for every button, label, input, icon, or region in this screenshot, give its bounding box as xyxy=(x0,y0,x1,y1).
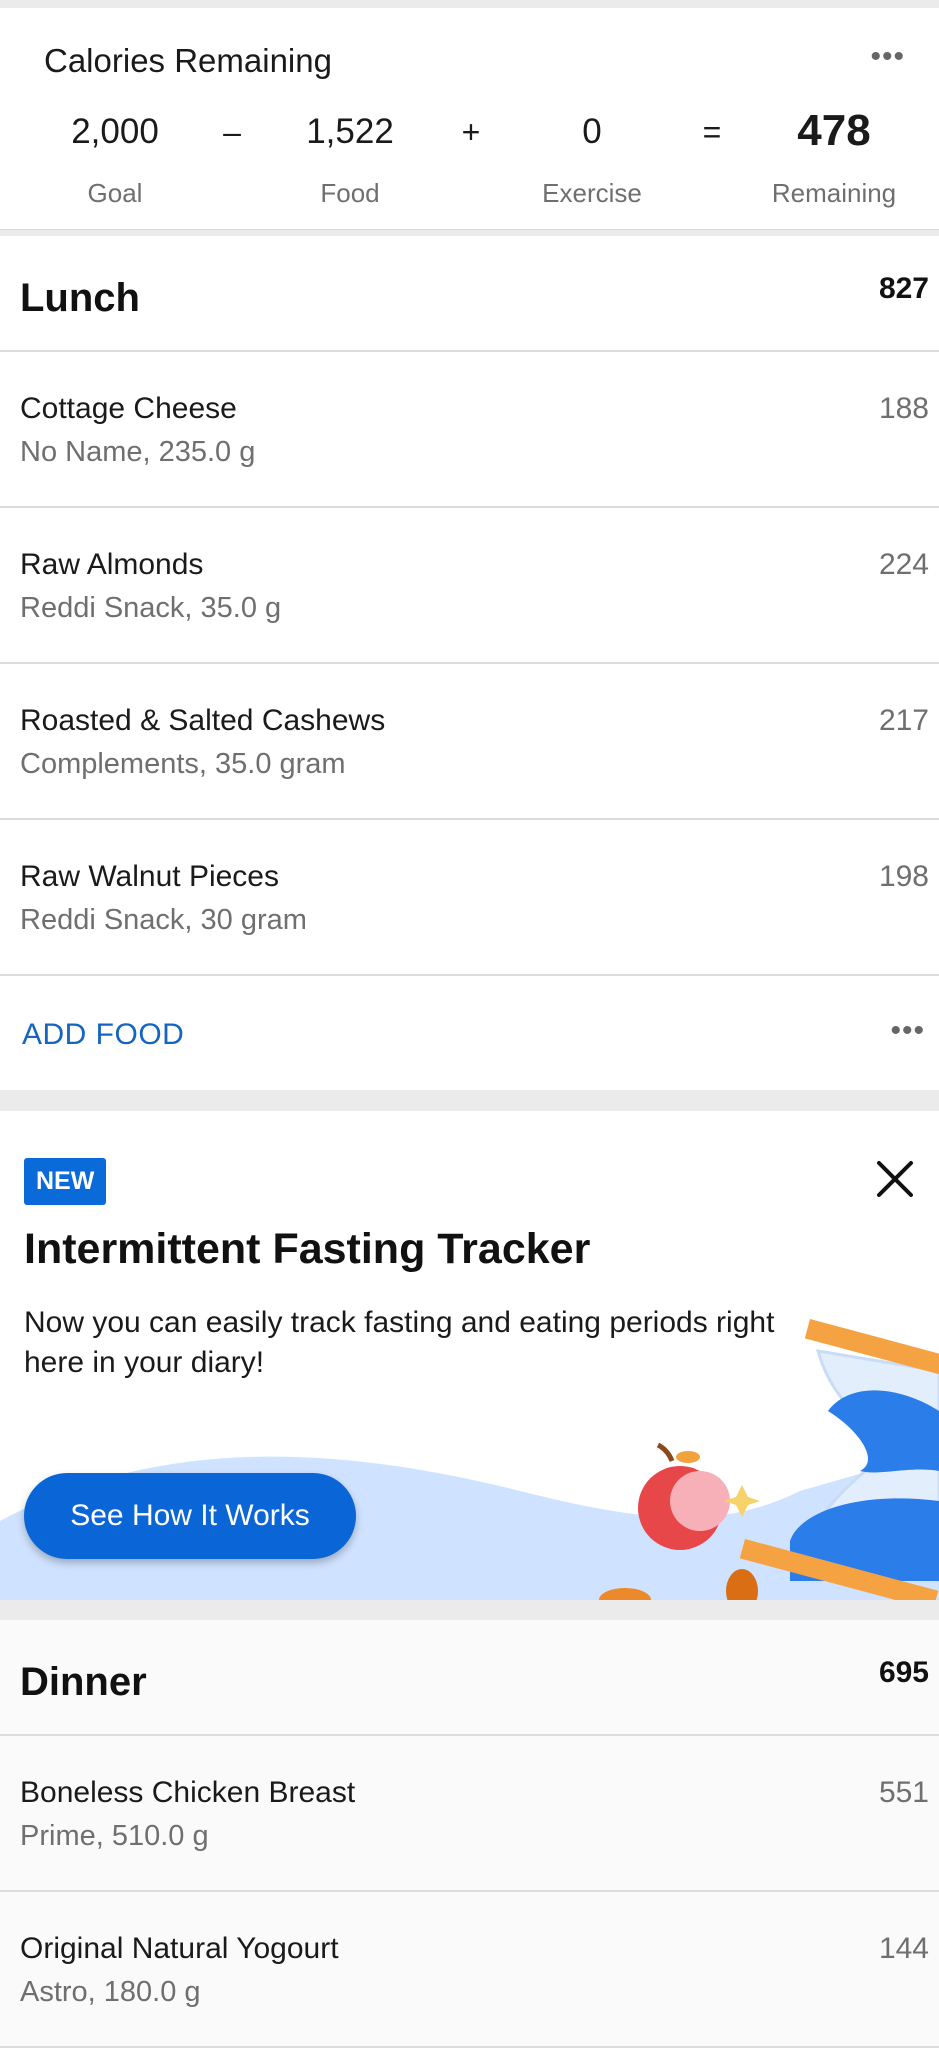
food-description: No Name, 235.0 g xyxy=(20,436,256,468)
food-name: Cottage Cheese xyxy=(20,392,237,425)
food-description: Complements, 35.0 gram xyxy=(20,748,346,780)
food-entry[interactable]: Boneless Chicken Breast Prime, 510.0 g 5… xyxy=(0,1736,939,1892)
close-icon[interactable] xyxy=(865,1149,925,1209)
lunch-section: Lunch 827 Cottage Cheese No Name, 235.0 … xyxy=(0,236,939,1090)
food-name: Roasted & Salted Cashews xyxy=(20,704,386,737)
meal-total-calories: 827 xyxy=(878,272,929,305)
more-options-icon[interactable]: ••• xyxy=(870,42,905,72)
new-badge: NEW xyxy=(24,1158,107,1205)
remaining-value: 478 xyxy=(797,106,871,155)
exercise-label: Exercise xyxy=(542,178,642,208)
add-food-row: ADD FOOD ••• xyxy=(0,976,939,1090)
food-name: Raw Walnut Pieces xyxy=(20,860,279,893)
goal-label: Goal xyxy=(87,178,143,208)
add-food-button[interactable]: ADD FOOD xyxy=(22,1018,184,1052)
food-calories: 217 xyxy=(878,704,929,737)
food-entry[interactable]: Roasted & Salted Cashews Complements, 35… xyxy=(0,664,939,820)
calories-remaining-title: Calories Remaining xyxy=(44,42,332,79)
food-description: Reddi Snack, 35.0 g xyxy=(20,592,282,624)
food-entry[interactable]: Cottage Cheese No Name, 235.0 g 188 xyxy=(0,352,939,508)
plus-operator: + xyxy=(461,114,481,150)
see-how-it-works-button[interactable]: See How It Works xyxy=(24,1473,356,1559)
food-description: Prime, 510.0 g xyxy=(20,1820,209,1852)
food-calories: 551 xyxy=(878,1776,929,1809)
dinner-section: Dinner 695 Boneless Chicken Breast Prime… xyxy=(0,1620,939,2048)
calories-remaining-card: Calories Remaining ••• 2,000 – 1,522 + 0… xyxy=(0,8,939,230)
promo-title: Intermittent Fasting Tracker xyxy=(24,1225,591,1273)
food-name: Raw Almonds xyxy=(20,548,204,581)
food-description: Reddi Snack, 30 gram xyxy=(20,904,307,936)
meal-name: Dinner xyxy=(20,1660,147,1704)
meal-header[interactable]: Lunch 827 xyxy=(0,236,939,352)
meal-header[interactable]: Dinner 695 xyxy=(0,1620,939,1736)
meal-more-options-icon[interactable]: ••• xyxy=(890,1016,925,1046)
top-strip xyxy=(0,0,939,8)
remaining-label: Remaining xyxy=(771,178,897,208)
exercise-value: 0 xyxy=(582,112,602,151)
food-entry[interactable]: Raw Walnut Pieces Reddi Snack, 30 gram 1… xyxy=(0,820,939,976)
food-entry[interactable]: Raw Almonds Reddi Snack, 35.0 g 224 xyxy=(0,508,939,664)
promo-description: Now you can easily track fasting and eat… xyxy=(24,1306,775,1379)
food-calories: 188 xyxy=(878,392,929,425)
goal-value: 2,000 xyxy=(71,112,159,151)
food-entry[interactable]: Original Natural Yogourt Astro, 180.0 g … xyxy=(0,1892,939,2048)
food-name: Original Natural Yogourt xyxy=(20,1932,339,1965)
food-name: Boneless Chicken Breast xyxy=(20,1776,356,1809)
meal-total-calories: 695 xyxy=(878,1656,929,1689)
food-calories: 144 xyxy=(878,1932,929,1965)
food-value: 1,522 xyxy=(306,112,394,151)
food-calories: 224 xyxy=(878,548,929,581)
food-description: Astro, 180.0 g xyxy=(20,1976,201,2008)
food-calories: 198 xyxy=(878,860,929,893)
meal-name: Lunch xyxy=(20,276,140,320)
equals-operator: = xyxy=(702,114,722,150)
food-label: Food xyxy=(320,178,380,208)
fasting-tracker-promo: NEW Intermittent Fasting Tracker Now you… xyxy=(0,1111,939,1600)
minus-operator: – xyxy=(223,114,241,150)
